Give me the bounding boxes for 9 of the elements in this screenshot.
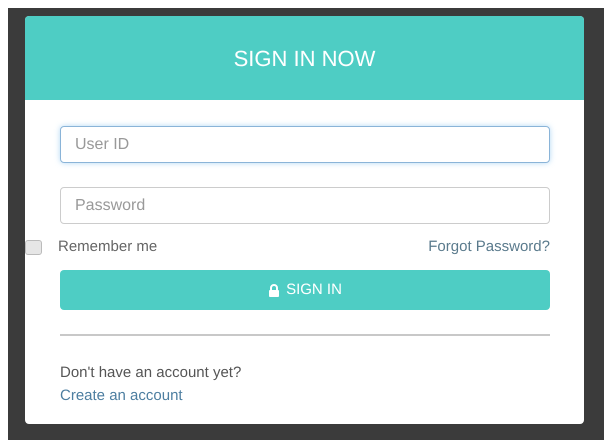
remember-label: Remember me <box>58 236 158 257</box>
forgot-password-link[interactable]: Forgot Password? <box>428 236 550 258</box>
lock-icon <box>268 284 280 296</box>
input-field[interactable]: Password <box>60 187 550 224</box>
input-field[interactable]: User ID <box>60 126 550 163</box>
remember-checkbox[interactable] <box>25 240 42 254</box>
dialog-title: SIGN IN NOW <box>234 44 376 72</box>
signup-prompt: Don't have an account yet? <box>60 363 242 383</box>
create-account-link[interactable]: Create an account <box>60 384 183 407</box>
